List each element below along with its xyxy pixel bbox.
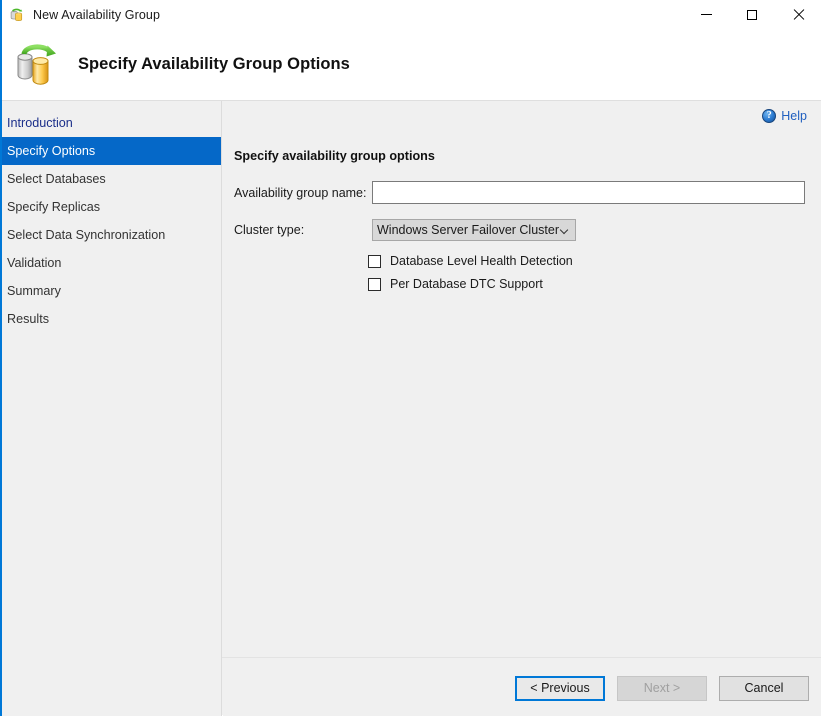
sidebar-item-specify-options[interactable]: Specify Options	[0, 137, 221, 165]
availability-group-name-input[interactable]	[372, 181, 805, 204]
cancel-button[interactable]: Cancel	[719, 675, 809, 701]
help-circle-icon	[762, 109, 777, 123]
sidebar-item-validation[interactable]: Validation	[0, 249, 221, 277]
minimize-icon	[700, 14, 712, 15]
cluster-type-row: Cluster type: Windows Server Failover Cl…	[234, 219, 576, 241]
database-level-health-detection-checkbox[interactable]: Database Level Health Detection	[368, 254, 573, 268]
per-database-dtc-support-checkbox[interactable]: Per Database DTC Support	[368, 277, 543, 291]
previous-button[interactable]: < Previous	[515, 675, 605, 701]
next-button[interactable]: Next >	[617, 675, 707, 701]
wizard-steps-sidebar: Introduction Specify Options Select Data…	[0, 101, 222, 715]
help-link[interactable]: Help	[762, 109, 807, 123]
section-title: Specify availability group options	[234, 149, 435, 163]
content-pane: Help Specify availability group options …	[222, 101, 821, 715]
sidebar-item-summary[interactable]: Summary	[0, 277, 221, 305]
cluster-type-label: Cluster type:	[234, 223, 305, 237]
sidebar-footer-fill	[0, 660, 222, 716]
help-label: Help	[781, 109, 807, 123]
window-title: New Availability Group	[33, 7, 161, 22]
close-icon	[793, 9, 804, 20]
body-area: Introduction Specify Options Select Data…	[0, 101, 821, 715]
sidebar-item-select-databases[interactable]: Select Databases	[0, 165, 221, 193]
footer-separator	[222, 657, 821, 658]
availability-group-name-label: Availability group name:	[234, 185, 367, 200]
sidebar-item-specify-replicas[interactable]: Specify Replicas	[0, 193, 221, 221]
checkbox-label: Database Level Health Detection	[390, 254, 573, 268]
checkbox-box	[368, 254, 381, 268]
minimize-button[interactable]	[683, 0, 729, 29]
maximize-button[interactable]	[729, 0, 775, 29]
cluster-type-dropdown[interactable]: Windows Server Failover Cluster	[372, 219, 576, 241]
wizard-footer: < Previous Next > Cancel	[223, 660, 821, 716]
page-header: Specify Availability Group Options	[0, 29, 821, 101]
sidebar-item-introduction[interactable]: Introduction	[0, 109, 221, 137]
checkbox-label: Per Database DTC Support	[390, 277, 543, 291]
title-bar: New Availability Group	[0, 0, 821, 29]
close-button[interactable]	[775, 0, 821, 29]
cluster-type-selected-value: Windows Server Failover Cluster	[372, 219, 576, 241]
availability-group-icon	[9, 7, 25, 23]
availability-group-large-icon	[13, 41, 61, 89]
new-availability-group-window: New Availability Group Specify Availabil…	[0, 0, 821, 716]
window-controls	[683, 0, 821, 29]
sidebar-item-select-data-synchronization[interactable]: Select Data Synchronization	[0, 221, 221, 249]
sidebar-item-results[interactable]: Results	[0, 305, 221, 333]
maximize-icon	[747, 9, 757, 20]
checkbox-box	[368, 277, 381, 291]
availability-group-name-row: Availability group name:	[234, 181, 805, 204]
page-title: Specify Availability Group Options	[78, 55, 350, 73]
